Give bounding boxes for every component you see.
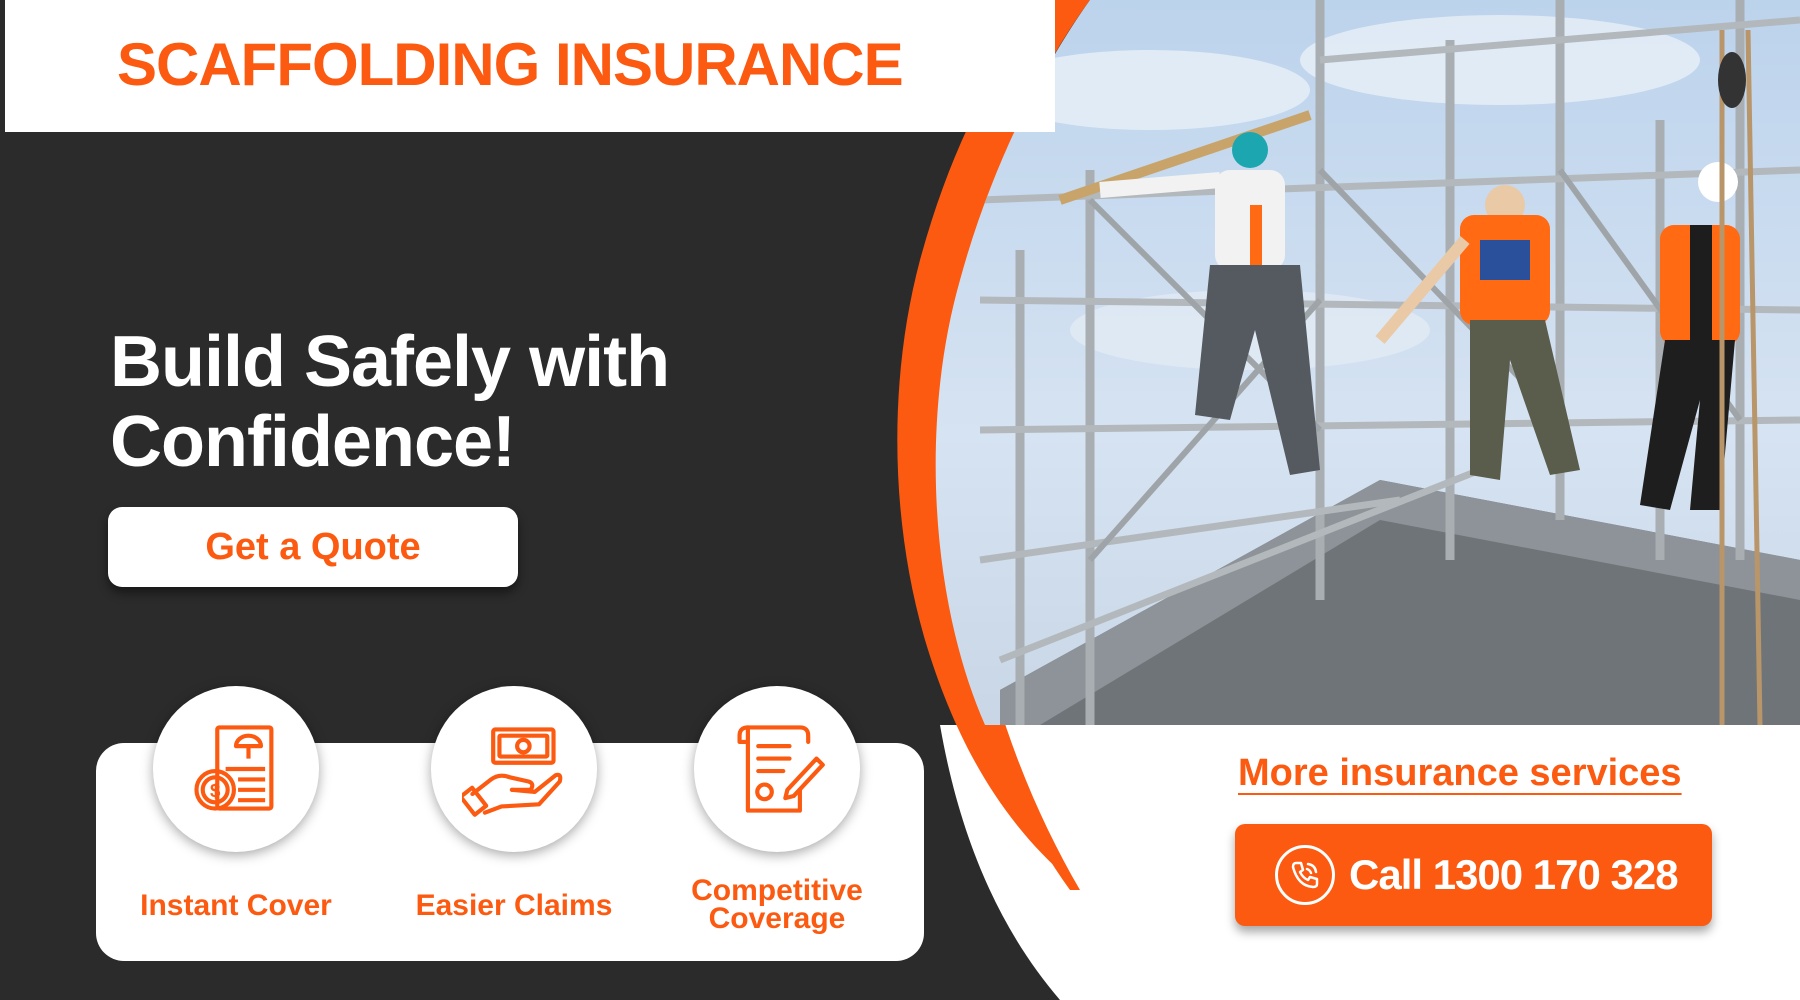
- feature-label: Easier Claims: [415, 889, 613, 922]
- insurance-policy-icon: $: [194, 725, 274, 811]
- feature-icon-circle: [431, 686, 597, 852]
- call-button[interactable]: Call 1300 170 328: [1235, 824, 1712, 926]
- certificate-document-icon: [737, 725, 825, 813]
- more-insurance-services-link[interactable]: More insurance services: [1238, 752, 1682, 795]
- phone-icon: [1275, 845, 1335, 905]
- feature-label: Instant Cover: [140, 889, 332, 922]
- page-title: SCAFFOLDING INSURANCE: [117, 31, 904, 98]
- money-hand-icon: [462, 727, 563, 817]
- get-quote-button[interactable]: Get a Quote: [108, 507, 518, 587]
- feature-competitive-coverage: Competitive Coverage: [667, 686, 887, 934]
- feature-icon-circle: [694, 686, 860, 852]
- headline-line-1: Build Safely with: [110, 322, 670, 402]
- feature-label-line-2: Coverage: [708, 902, 846, 935]
- feature-instant-cover: $ Instant Cover: [126, 686, 346, 921]
- call-label: Call 1300 170 328: [1349, 851, 1679, 898]
- headline: Build Safely with Confidence!: [110, 322, 670, 482]
- svg-text:$: $: [210, 780, 221, 801]
- title-bar: SCAFFOLDING INSURANCE: [5, 0, 1055, 132]
- headline-line-2: Confidence!: [110, 402, 516, 482]
- feature-easier-claims: Easier Claims: [404, 686, 624, 921]
- phone-glyph: [1291, 861, 1319, 889]
- feature-icon-circle: $: [153, 686, 319, 852]
